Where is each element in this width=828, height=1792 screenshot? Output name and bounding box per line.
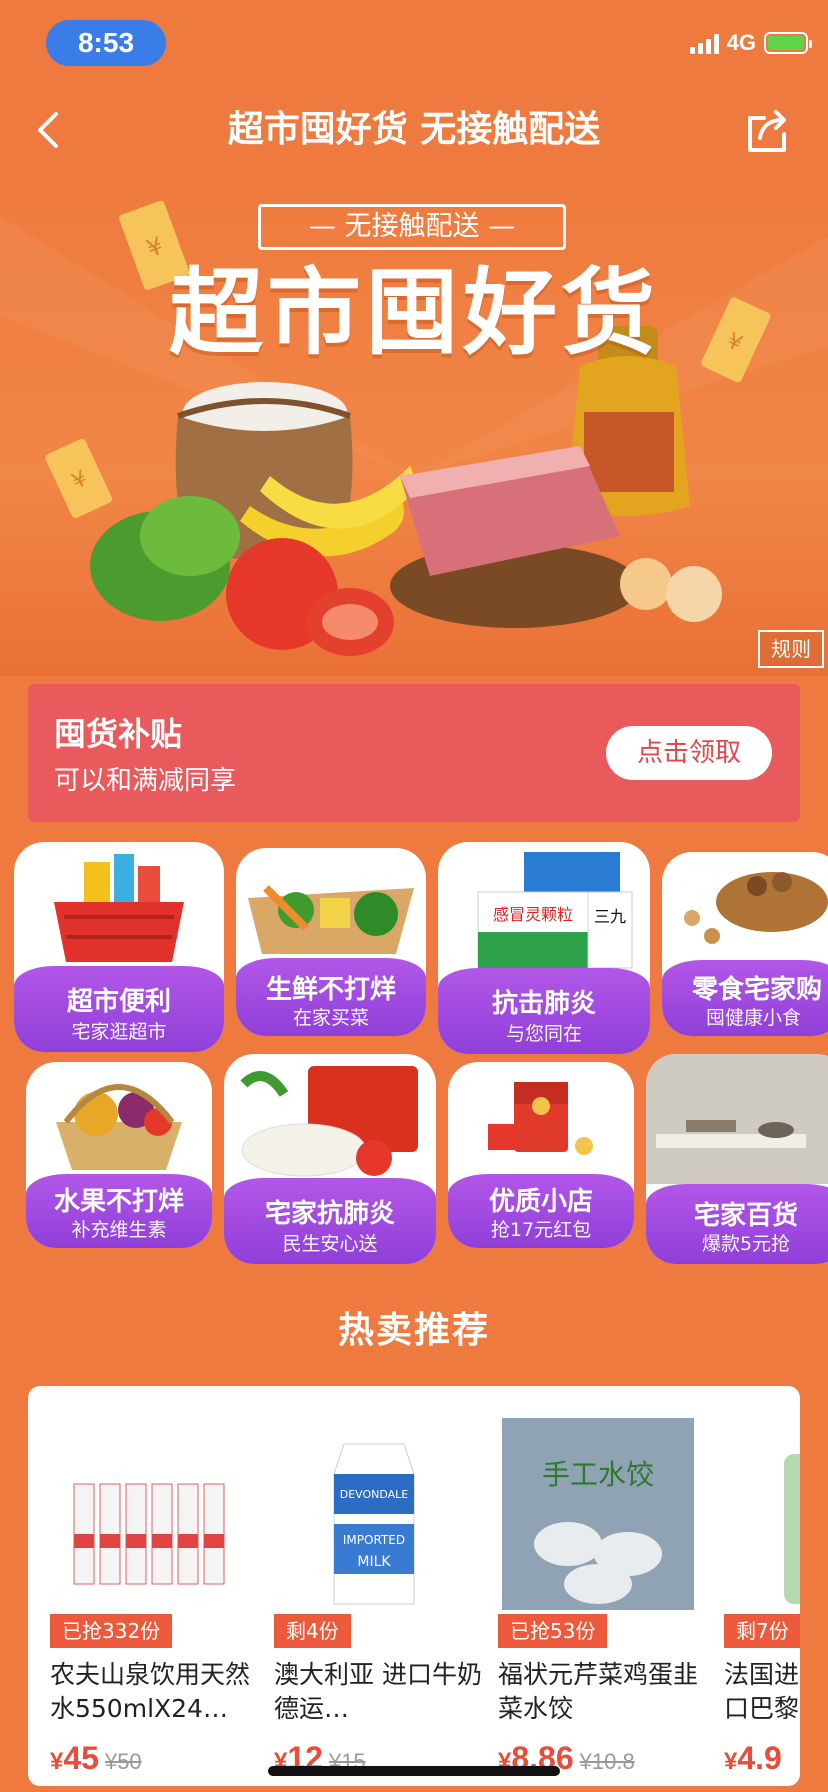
svg-text:感冒灵颗粒: 感冒灵颗粒: [493, 905, 573, 924]
sold-badge: 已抢53份: [498, 1614, 608, 1648]
rules-button[interactable]: 规则: [758, 630, 824, 668]
product-name: 农夫山泉饮用天然水550mlX24…: [50, 1660, 251, 1723]
svg-text:三九: 三九: [594, 907, 626, 926]
product-image: DEVONDALE IMPORTED MILK: [333, 1443, 415, 1605]
category-fruit[interactable]: 水果不打烊 补充维生素: [26, 1062, 212, 1248]
household-goods-image: [646, 1054, 828, 1184]
product-price: ¥4.9: [724, 1740, 782, 1776]
category-subtitle: 爆款5元抢: [701, 1233, 791, 1255]
subsidy-coupon-banner[interactable]: 囤货补贴 可以和满减同享 点击领取: [28, 684, 800, 822]
share-icon: [748, 110, 786, 152]
signal-icon: [689, 32, 719, 54]
category-subtitle: 在家买菜: [292, 1007, 369, 1029]
category-snacks[interactable]: 零食宅家购 囤健康小食: [662, 852, 828, 1036]
section-title-hot: 热卖推荐: [337, 1310, 490, 1351]
product-image: [784, 1454, 800, 1604]
original-price: ¥10.8: [579, 1749, 635, 1774]
page-title: 超市囤好货 无接触配送: [227, 109, 601, 150]
stock-badge: 剩7份: [724, 1614, 800, 1648]
red-envelope-image: [488, 1082, 593, 1155]
milk-imported-text: IMPORTED: [343, 1533, 405, 1547]
category-subtitle: 补充维生素: [71, 1219, 167, 1241]
stock-badge: 剩4份: [274, 1614, 351, 1648]
nuts-bowl-image: [684, 872, 828, 944]
dumplings-noodles-image: [240, 1066, 418, 1177]
category-fight-pneumonia[interactable]: 感冒灵颗粒 三九 抗击肺炎与您同在: [438, 842, 650, 1054]
network-label: 4G: [726, 30, 756, 55]
category-subtitle: 与您同在: [505, 1023, 582, 1045]
fresh-vegetables-image: [248, 885, 414, 954]
category-title: 生鲜不打烊: [265, 975, 396, 1005]
hero-banner[interactable]: ¥ ¥ ¥ — 无接触配送 — 超市囤好货: [0, 176, 828, 676]
category-supermarket[interactable]: 超市便利 宅家逛超市: [14, 842, 224, 1052]
coupon-title: 囤货补贴: [54, 715, 183, 753]
product-name: 澳大利亚 进口牛奶 德运…: [274, 1660, 482, 1723]
status-indicators: 4G: [689, 28, 812, 58]
share-button[interactable]: [742, 104, 794, 156]
product-name: 法国进口巴黎水: [724, 1660, 800, 1723]
claim-coupon-button[interactable]: 点击领取: [606, 726, 772, 780]
category-title: 零食宅家购: [692, 975, 823, 1005]
home-indicator: [268, 1766, 560, 1776]
hero-tag: — 无接触配送 —: [258, 204, 566, 250]
category-quality-shops[interactable]: 优质小店 抢17元红包: [448, 1062, 634, 1248]
category-subtitle: 民生安心送: [282, 1233, 378, 1255]
category-title: 抗击肺炎: [491, 989, 596, 1019]
status-time: 8:53: [46, 20, 166, 66]
category-title: 水果不打烊: [53, 1187, 184, 1217]
battery-icon: [764, 32, 812, 54]
milk-brand-text: DEVONDALE: [340, 1488, 409, 1501]
dumpling-label-text: 手工水饺: [542, 1458, 654, 1491]
category-fresh[interactable]: 生鲜不打烊 在家买菜: [236, 848, 426, 1036]
hero-illustration: ¥ ¥ ¥: [0, 200, 828, 656]
shopping-basket-image: [54, 854, 184, 962]
coupon-subtitle: 可以和满减同享: [54, 766, 237, 796]
sold-badge: 已抢332份: [50, 1614, 173, 1648]
product-image: 手工水饺: [502, 1418, 694, 1610]
category-household[interactable]: 宅家百货 爆款5元抢: [646, 1054, 828, 1264]
category-title: 宅家抗肺炎: [264, 1199, 395, 1229]
product-price: ¥45 ¥50: [50, 1740, 142, 1776]
product-image: [73, 1483, 225, 1585]
medicine-box-image: 感冒灵颗粒 三九: [477, 852, 633, 969]
product-name: 福状元芹菜鸡蛋韭菜水饺: [498, 1660, 699, 1723]
category-subtitle: 抢17元红包: [490, 1219, 592, 1241]
fruit-basket-image: [56, 1084, 182, 1170]
category-subtitle: 宅家逛超市: [71, 1021, 167, 1043]
category-title: 宅家百货: [693, 1201, 798, 1231]
category-home-anti-pneumonia[interactable]: 宅家抗肺炎民生安心送: [224, 1054, 436, 1264]
hero-title: 超市囤好货: [168, 259, 659, 368]
category-subtitle: 囤健康小食: [706, 1007, 802, 1029]
category-title: 优质小店: [488, 1187, 593, 1217]
original-price: ¥50: [104, 1749, 142, 1774]
category-title: 超市便利: [66, 987, 171, 1017]
hot-products-panel: 已抢332份 农夫山泉饮用天然水550mlX24… ¥45 ¥50 DEVONDA…: [28, 1386, 800, 1786]
milk-label-text: MILK: [357, 1554, 391, 1570]
